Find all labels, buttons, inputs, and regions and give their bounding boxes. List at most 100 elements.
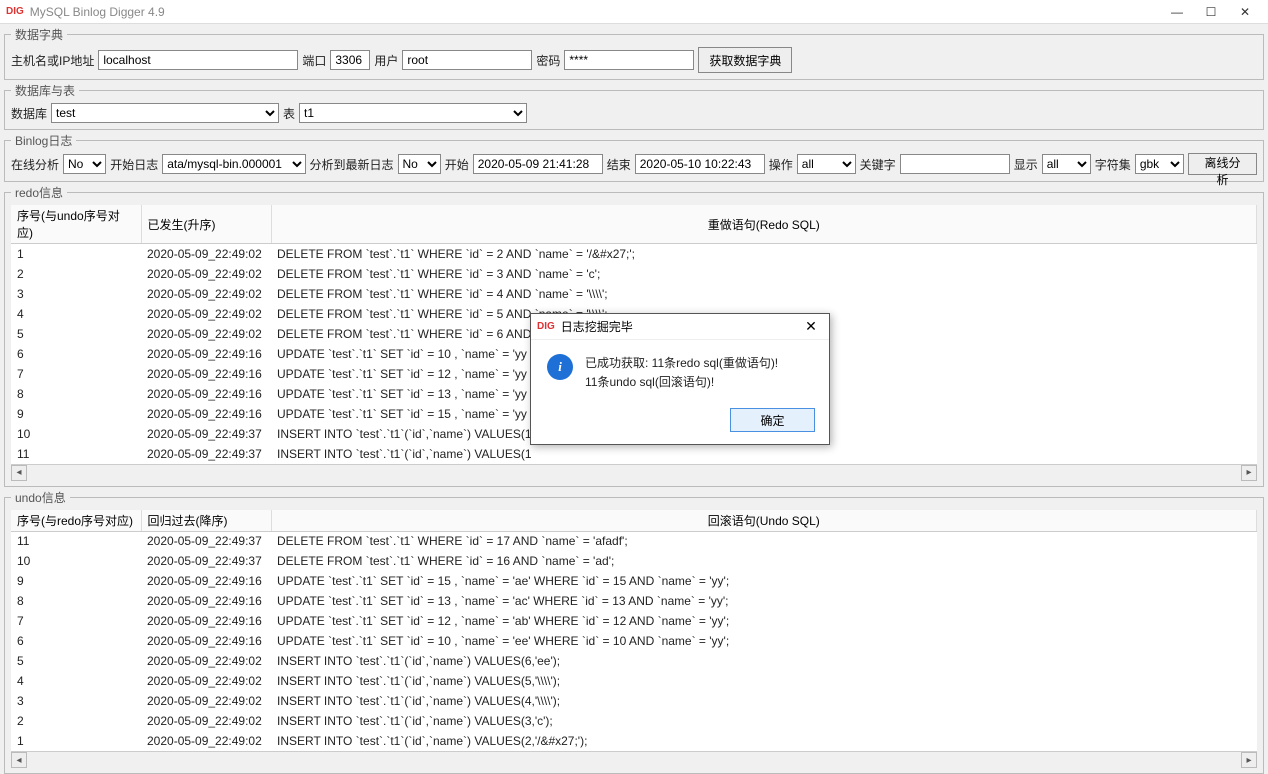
cell-seq: 10 — [11, 551, 141, 571]
scroll-right-icon[interactable]: ▸ — [1241, 752, 1257, 768]
undo-scrollbar[interactable]: ◂ ▸ — [11, 751, 1257, 767]
cell-seq: 4 — [11, 304, 141, 324]
dialog-close-icon[interactable]: ✕ — [799, 318, 823, 335]
table-row[interactable]: 42020-05-09_22:49:02INSERT INTO `test`.`… — [11, 671, 1257, 691]
undo-col-time[interactable]: 回归过去(降序) — [141, 510, 271, 532]
data-dictionary-group: 数据字典 主机名或IP地址 端口 用户 密码 获取数据字典 — [4, 26, 1264, 80]
table-row[interactable]: 102020-05-09_22:49:37DELETE FROM `test`.… — [11, 551, 1257, 571]
show-select[interactable]: all — [1042, 154, 1091, 174]
database-label: 数据库 — [11, 105, 47, 122]
user-input[interactable] — [402, 50, 532, 70]
table-row[interactable]: 92020-05-09_22:49:16UPDATE `test`.`t1` S… — [11, 571, 1257, 591]
host-input[interactable] — [98, 50, 298, 70]
cell-sql: DELETE FROM `test`.`t1` WHERE `id` = 3 A… — [271, 264, 1257, 284]
start-log-label: 开始日志 — [110, 156, 158, 173]
maximize-button[interactable]: ☐ — [1194, 0, 1228, 24]
cell-time: 2020-05-09_22:49:02 — [141, 671, 271, 691]
cell-seq: 7 — [11, 364, 141, 384]
cell-sql: UPDATE `test`.`t1` SET `id` = 13 , `name… — [271, 591, 1257, 611]
app-title: MySQL Binlog Digger 4.9 — [30, 5, 165, 19]
cell-sql: INSERT INTO `test`.`t1`(`id`,`name`) VAL… — [271, 671, 1257, 691]
start-time-input[interactable] — [473, 154, 603, 174]
scroll-left-icon[interactable]: ◂ — [11, 465, 27, 481]
table-row[interactable]: 112020-05-09_22:49:37DELETE FROM `test`.… — [11, 531, 1257, 551]
host-label: 主机名或IP地址 — [11, 52, 94, 69]
dialog-titlebar[interactable]: DIG 日志挖掘完毕 ✕ — [531, 314, 829, 340]
dialog-message-line1: 已成功获取: 11条redo sql(重做语句)! — [585, 354, 778, 373]
port-label: 端口 — [302, 52, 326, 69]
binlog-group: Binlog日志 在线分析 No 开始日志 ata/mysql-bin.0000… — [4, 132, 1264, 182]
cell-time: 2020-05-09_22:49:02 — [141, 264, 271, 284]
scroll-right-icon[interactable]: ▸ — [1241, 465, 1257, 481]
data-dictionary-legend: 数据字典 — [11, 26, 67, 43]
cell-seq: 5 — [11, 651, 141, 671]
cell-time: 2020-05-09_22:49:37 — [141, 424, 271, 444]
table-row[interactable]: 112020-05-09_22:49:37INSERT INTO `test`.… — [11, 444, 1257, 464]
cell-sql: DELETE FROM `test`.`t1` WHERE `id` = 2 A… — [271, 244, 1257, 264]
table-row[interactable]: 32020-05-09_22:49:02INSERT INTO `test`.`… — [11, 691, 1257, 711]
password-input[interactable] — [564, 50, 694, 70]
cell-seq: 3 — [11, 691, 141, 711]
keyword-label: 关键字 — [860, 156, 896, 173]
cell-seq: 8 — [11, 591, 141, 611]
redo-col-seq[interactable]: 序号(与undo序号对应) — [11, 205, 141, 244]
table-select[interactable]: t1 — [299, 103, 527, 123]
table-row[interactable]: 22020-05-09_22:49:02DELETE FROM `test`.`… — [11, 264, 1257, 284]
table-row[interactable]: 32020-05-09_22:49:02DELETE FROM `test`.`… — [11, 284, 1257, 304]
undo-col-seq[interactable]: 序号(与redo序号对应) — [11, 510, 141, 532]
table-row[interactable]: 52020-05-09_22:49:02INSERT INTO `test`.`… — [11, 651, 1257, 671]
end-time-label: 结束 — [607, 156, 631, 173]
dialog-ok-button[interactable]: 确定 — [730, 408, 815, 432]
charset-select[interactable]: gbk — [1135, 154, 1184, 174]
info-icon: i — [547, 354, 573, 380]
end-time-input[interactable] — [635, 154, 765, 174]
cell-sql: DELETE FROM `test`.`t1` WHERE `id` = 17 … — [271, 531, 1257, 551]
cell-time: 2020-05-09_22:49:02 — [141, 244, 271, 264]
cell-time: 2020-05-09_22:49:16 — [141, 384, 271, 404]
redo-scrollbar[interactable]: ◂ ▸ — [11, 464, 1257, 480]
cell-time: 2020-05-09_22:49:37 — [141, 551, 271, 571]
cell-time: 2020-05-09_22:49:02 — [141, 284, 271, 304]
redo-col-time[interactable]: 已发生(升序) — [141, 205, 271, 244]
cell-time: 2020-05-09_22:49:02 — [141, 651, 271, 671]
keyword-input[interactable] — [900, 154, 1010, 174]
scroll-left-icon[interactable]: ◂ — [11, 752, 27, 768]
cell-time: 2020-05-09_22:49:02 — [141, 711, 271, 731]
cell-time: 2020-05-09_22:49:16 — [141, 404, 271, 424]
cell-sql: INSERT INTO `test`.`t1`(`id`,`name`) VAL… — [271, 731, 1257, 751]
cell-time: 2020-05-09_22:49:16 — [141, 591, 271, 611]
redo-legend: redo信息 — [11, 184, 67, 201]
port-input[interactable] — [330, 50, 370, 70]
cell-sql: DELETE FROM `test`.`t1` WHERE `id` = 4 A… — [271, 284, 1257, 304]
table-row[interactable]: 12020-05-09_22:49:02INSERT INTO `test`.`… — [11, 731, 1257, 751]
cell-time: 2020-05-09_22:49:16 — [141, 364, 271, 384]
to-latest-select[interactable]: No — [398, 154, 441, 174]
cell-seq: 11 — [11, 444, 141, 464]
start-log-select[interactable]: ata/mysql-bin.000001 — [162, 154, 305, 174]
undo-col-sql[interactable]: 回滚语句(Undo SQL) — [271, 510, 1257, 532]
table-row[interactable]: 82020-05-09_22:49:16UPDATE `test`.`t1` S… — [11, 591, 1257, 611]
minimize-button[interactable]: — — [1160, 0, 1194, 24]
fetch-dictionary-button[interactable]: 获取数据字典 — [698, 47, 792, 73]
redo-col-sql[interactable]: 重做语句(Redo SQL) — [271, 205, 1257, 244]
cell-seq: 3 — [11, 284, 141, 304]
cell-seq: 9 — [11, 404, 141, 424]
operation-select[interactable]: all — [797, 154, 856, 174]
cell-time: 2020-05-09_22:49:16 — [141, 631, 271, 651]
table-row[interactable]: 62020-05-09_22:49:16UPDATE `test`.`t1` S… — [11, 631, 1257, 651]
online-analysis-select[interactable]: No — [63, 154, 106, 174]
table-row[interactable]: 72020-05-09_22:49:16UPDATE `test`.`t1` S… — [11, 611, 1257, 631]
completion-dialog: DIG 日志挖掘完毕 ✕ i 已成功获取: 11条redo sql(重做语句)!… — [530, 313, 830, 445]
close-button[interactable]: ✕ — [1228, 0, 1262, 24]
cell-time: 2020-05-09_22:49:02 — [141, 731, 271, 751]
undo-table: 序号(与redo序号对应) 回归过去(降序) 回滚语句(Undo SQL) 11… — [11, 510, 1257, 752]
cell-seq: 10 — [11, 424, 141, 444]
table-row[interactable]: 22020-05-09_22:49:02INSERT INTO `test`.`… — [11, 711, 1257, 731]
database-select[interactable]: test — [51, 103, 279, 123]
table-row[interactable]: 12020-05-09_22:49:02DELETE FROM `test`.`… — [11, 244, 1257, 264]
cell-seq: 8 — [11, 384, 141, 404]
offline-analysis-button[interactable]: 离线分析 — [1188, 153, 1257, 175]
cell-seq: 6 — [11, 631, 141, 651]
cell-sql: INSERT INTO `test`.`t1`(`id`,`name`) VAL… — [271, 651, 1257, 671]
table-label: 表 — [283, 105, 295, 122]
